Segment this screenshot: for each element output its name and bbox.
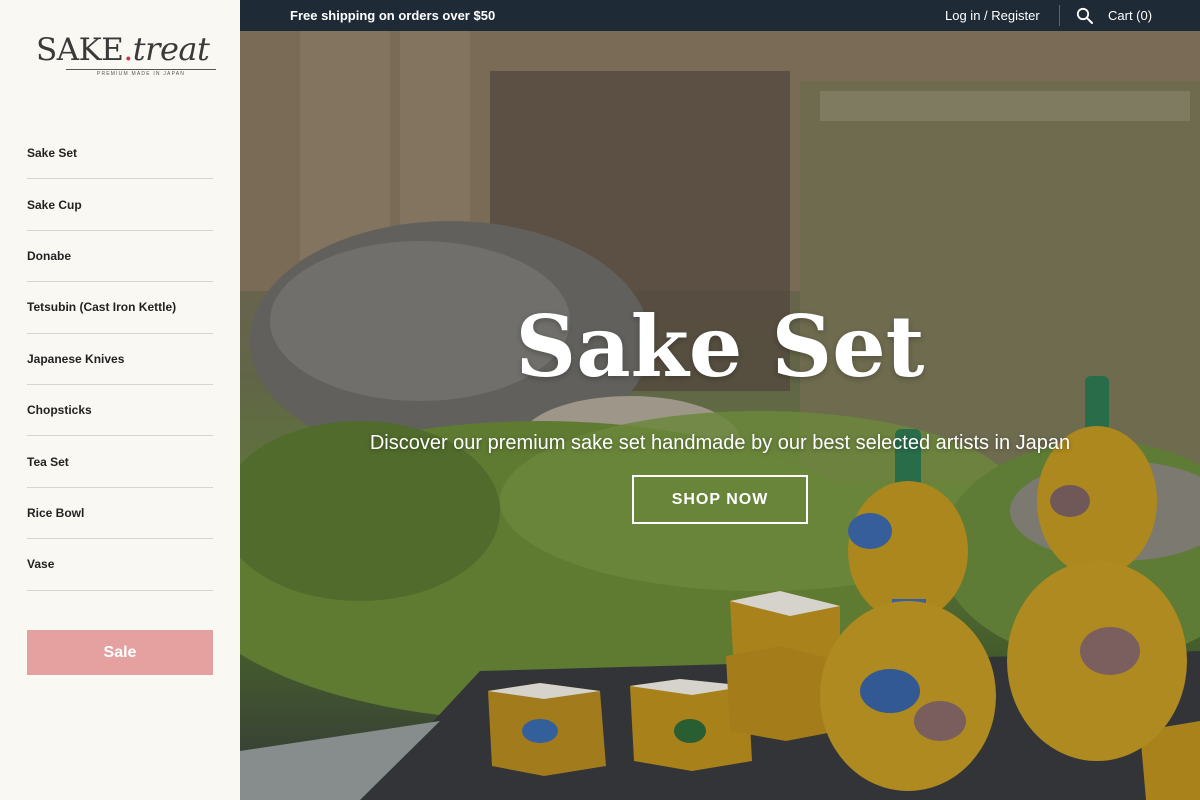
shop-now-button[interactable]: SHOP NOW [632, 475, 808, 524]
sidebar-item-rice-bowl[interactable]: Rice Bowl [27, 488, 213, 540]
sidebar-item-donabe[interactable]: Donabe [27, 231, 213, 283]
hero-background-image [240, 31, 1200, 800]
login-register-link[interactable]: Log in / Register [945, 8, 1040, 23]
topbar-divider [1059, 5, 1060, 26]
hero-subtitle: Discover our premium sake set handmade b… [369, 432, 1071, 454]
sidebar-item-label: Vase [27, 557, 55, 572]
sidebar-item-label: Tea Set [27, 454, 69, 469]
shipping-notice: Free shipping on orders over $50 [290, 8, 496, 23]
sidebar-item-label: Chopsticks [27, 403, 92, 418]
sidebar-item-tetsubin[interactable]: Tetsubin (Cast Iron Kettle) [27, 282, 213, 334]
sidebar-item-label: Sake Cup [27, 197, 82, 212]
sidebar-item-vase[interactable]: Vase [27, 539, 213, 591]
sale-button[interactable]: Sale [27, 630, 213, 675]
sidebar-item-sake-cup[interactable]: Sake Cup [27, 179, 213, 231]
hero-banner: Sake Set Discover our premium sake set h… [240, 31, 1200, 800]
sidebar-item-tea-set[interactable]: Tea Set [27, 436, 213, 488]
sidebar-item-label: Japanese Knives [27, 351, 125, 366]
logo-wordmark: SAKE.treat [36, 30, 210, 68]
sidebar-item-label: Tetsubin (Cast Iron Kettle) [27, 300, 177, 315]
sidebar-item-sake-set[interactable]: Sake Set [27, 128, 213, 180]
announcement-bar: Free shipping on orders over $50 Log in … [240, 0, 1200, 31]
cart-link[interactable]: Cart (0) [1108, 8, 1152, 23]
sidebar-item-label: Sake Set [27, 146, 78, 161]
sidebar-item-label: Rice Bowl [27, 505, 85, 520]
sidebar-item-japanese-knives[interactable]: Japanese Knives [27, 334, 213, 385]
hero-title: Sake Set [515, 297, 925, 396]
sidebar-item-label: Donabe [27, 248, 72, 263]
logo-tagline: PREMIUM MADE IN JAPAN [66, 69, 216, 77]
search-icon[interactable] [1076, 7, 1094, 25]
sidebar: SAKE.treat PREMIUM MADE IN JAPAN Sake Se… [0, 0, 240, 800]
site-logo[interactable]: SAKE.treat PREMIUM MADE IN JAPAN [36, 30, 216, 78]
category-nav: Sake Set Sake Cup Donabe Tetsubin (Cast … [27, 128, 213, 591]
sidebar-item-chopsticks[interactable]: Chopsticks [27, 385, 213, 437]
